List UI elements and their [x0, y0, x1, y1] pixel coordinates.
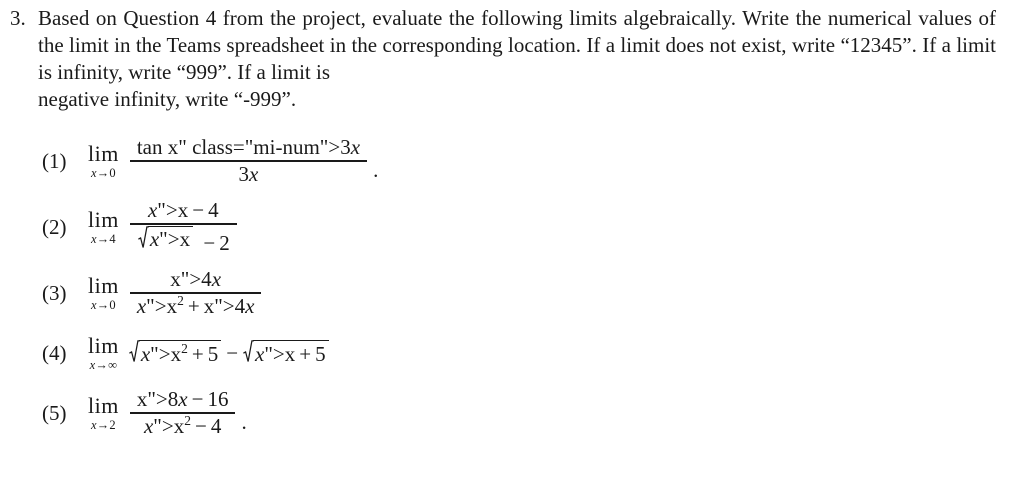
fraction-numerator: x">8x −16: [136, 386, 229, 411]
fraction-denominator: x">x2−4: [143, 412, 222, 438]
lim-subscript: x→0: [90, 165, 116, 180]
exponent: 2: [184, 412, 191, 428]
exponent: 2: [181, 340, 188, 356]
fraction-numerator: x">x −4: [147, 197, 219, 222]
limit-list: (1) lim x→0 tan x" class="mi-num">3x 3x …: [0, 128, 1018, 446]
fraction-denominator: 3x: [238, 161, 259, 186]
lim-operator-text: lim: [88, 332, 119, 358]
limit-item-label: (1): [42, 148, 67, 173]
fraction-numerator: x">4x: [170, 266, 222, 291]
lim-operator-text: lim: [88, 272, 119, 298]
square-root: x">x2 +5: [128, 339, 222, 367]
fraction: x">4x x">x2 + x">4x: [129, 266, 262, 319]
fraction: x">x −4 x">x −2: [129, 197, 237, 257]
binary-minus: −: [226, 340, 239, 365]
limit-item: (2) lim x→4 x">x −4 x">x − 2: [0, 194, 1018, 260]
fraction: tan x" class="mi-num">3x 3x: [129, 134, 368, 187]
fraction-numerator: tan x" class="mi-num">3x: [136, 134, 361, 159]
radicand: x">x +5: [253, 339, 329, 367]
trailing-period: .: [241, 410, 247, 435]
square-root: x">x: [137, 225, 194, 252]
lim-operator: lim x→0: [88, 140, 119, 180]
lim-operator: lim x→∞: [88, 332, 119, 372]
exponent: 2: [177, 292, 184, 308]
lim-operator: lim x→4: [88, 206, 119, 246]
lim-subscript: x→2: [90, 417, 116, 432]
lim-operator-text: lim: [88, 392, 119, 418]
fraction-denominator: x">x2 + x">4x: [136, 292, 255, 318]
limit-expression: lim x→∞ x">x2 +5 − x">x +5: [88, 332, 330, 372]
lim-operator: lim x→2: [88, 392, 119, 432]
limit-expression: lim x→0 x">4x x">x2 + x">4x: [88, 267, 263, 319]
stem-line-4: negative infinity, write “-999”.: [38, 87, 297, 111]
fraction-denominator: x">x −2: [130, 225, 237, 257]
fraction: x">8x −16 x">x2−4: [129, 386, 236, 439]
limit-item-label: (3): [42, 280, 67, 305]
limit-expression: lim x→2 x">8x −16 x">x2−4 .: [88, 387, 247, 439]
problem-number: 3.: [10, 6, 26, 30]
lim-operator-text: lim: [88, 206, 119, 232]
lim-subscript: x→4: [90, 231, 116, 246]
limit-item: (1) lim x→0 tan x" class="mi-num">3x 3x …: [0, 128, 1018, 194]
limit-item-label: (2): [42, 214, 67, 239]
limit-expression: lim x→0 tan x" class="mi-num">3x 3x .: [88, 135, 378, 187]
square-root: x">x +5: [243, 339, 329, 367]
lim-subscript: x→0: [90, 297, 116, 312]
lim-operator-text: lim: [88, 140, 119, 166]
limit-item-label: (4): [42, 340, 67, 365]
trailing-period: .: [373, 158, 379, 183]
limit-item: (5) lim x→2 x">8x −16 x">x2−4 .: [0, 380, 1018, 446]
radicand: x">x: [147, 225, 194, 252]
stem-line-1: Based on Question 4 from the project, ev…: [38, 6, 790, 30]
lim-operator: lim x→0: [88, 272, 119, 312]
limit-item-label: (5): [42, 400, 67, 425]
radicand: x">x2 +5: [138, 339, 222, 367]
limit-item: (4) lim x→∞ x">x2 +5 − x">x +5: [0, 326, 1018, 380]
lim-subscript: x→∞: [89, 357, 118, 372]
problem-block: 3. Based on Question 4 from the project,…: [0, 0, 1018, 437]
limit-item: (3) lim x→0 x">4x x">x2 + x">4x: [0, 260, 1018, 326]
problem-stem: 3. Based on Question 4 from the project,…: [0, 0, 1018, 113]
limit-expression: lim x→4 x">x −4 x">x −2: [88, 198, 239, 256]
problem-stem-text: Based on Question 4 from the project, ev…: [38, 5, 996, 113]
